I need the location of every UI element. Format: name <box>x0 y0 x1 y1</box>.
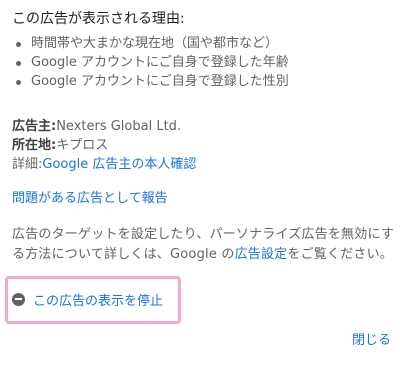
ad-settings-link[interactable]: 広告設定 <box>235 247 288 262</box>
targeting-info-text: 広告のターゲットを設定したり、パーソナライズ広告を無効にする方法について詳しくは… <box>12 225 396 265</box>
advertiser-value: Nexters Global Ltd. <box>56 119 182 134</box>
reason-item: 時間帯や大まかな現在地（国や都市など） <box>12 34 289 53</box>
location-row: 所在地:キプロス <box>12 136 196 155</box>
stop-seeing-ad-button[interactable]: この広告の表示を停止 <box>12 288 163 310</box>
report-ad-link[interactable]: 問題がある広告として報告 <box>12 189 168 208</box>
advertiser-row: 広告主:Nexters Global Ltd. <box>12 117 196 136</box>
close-button[interactable]: 閉じる <box>352 331 391 350</box>
stop-seeing-ad-label: この広告の表示を停止 <box>33 293 164 309</box>
bullet-icon <box>16 42 21 47</box>
details-label: 詳細: <box>12 157 43 172</box>
reason-text: Google アカウントにご自身で登録した年齢 <box>31 55 289 70</box>
location-value: キプロス <box>56 138 109 153</box>
details-row: 詳細:Google 広告主の本人確認 <box>12 155 196 174</box>
advertiser-info: 広告主:Nexters Global Ltd. 所在地:キプロス 詳細:Goog… <box>12 117 196 174</box>
targeting-text-after: をご覧ください。 <box>287 247 394 262</box>
advertiser-verification-link[interactable]: Google 広告主の本人確認 <box>42 157 196 172</box>
reason-text: Google アカウントにご自身で登録した性別 <box>31 74 289 89</box>
reason-item: Google アカウントにご自身で登録した年齢 <box>12 53 289 72</box>
bullet-icon <box>16 80 21 85</box>
bullet-icon <box>16 61 21 66</box>
advertiser-label: 広告主: <box>12 119 57 134</box>
ad-info-panel: この広告が表示される理由: 時間帯や大まかな現在地（国や都市など） Google… <box>0 0 400 368</box>
reason-list: 時間帯や大まかな現在地（国や都市など） Google アカウントにご自身で登録し… <box>12 34 289 91</box>
why-this-ad-title: この広告が表示される理由: <box>12 11 185 27</box>
minus-circle-icon <box>12 292 25 306</box>
reason-text: 時間帯や大まかな現在地（国や都市など） <box>31 36 279 51</box>
location-label: 所在地: <box>12 138 57 153</box>
reason-item: Google アカウントにご自身で登録した性別 <box>12 72 289 91</box>
